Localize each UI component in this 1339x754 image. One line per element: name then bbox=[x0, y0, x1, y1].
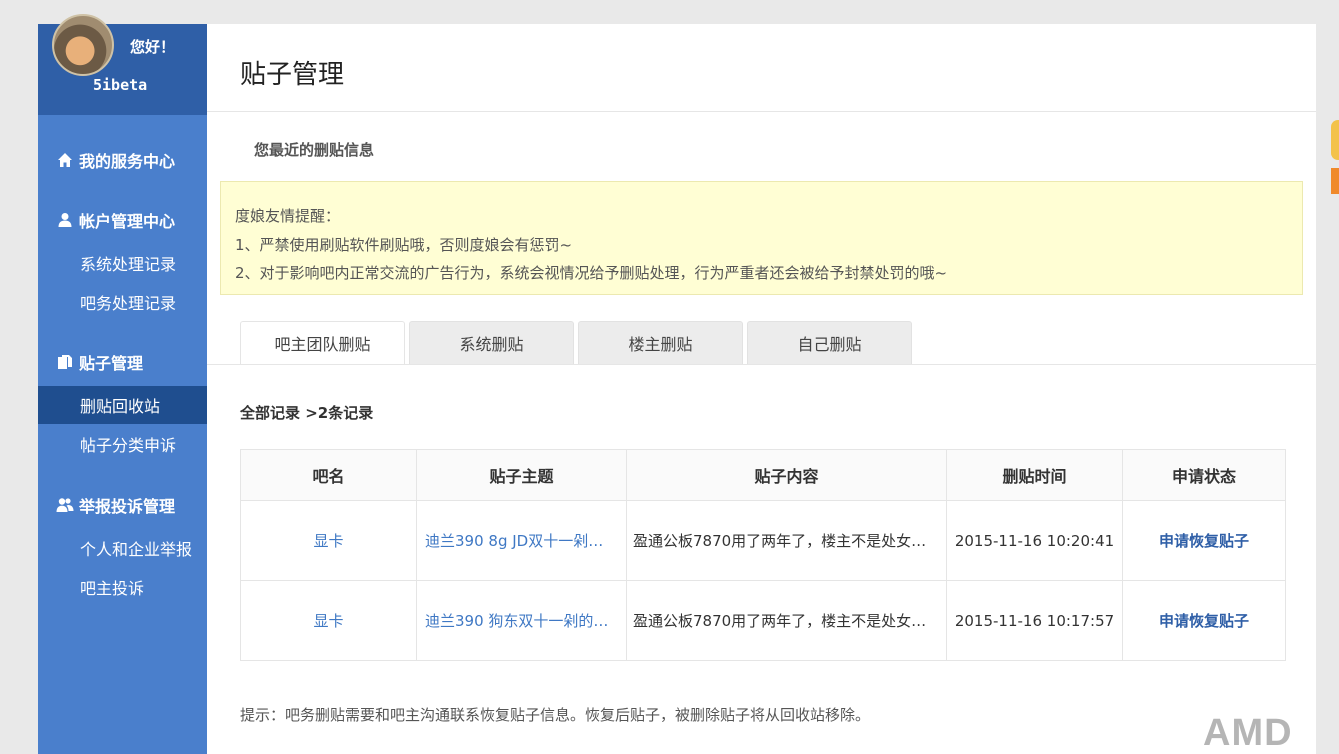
mascot-icon bbox=[1331, 120, 1339, 160]
notice-heading: 度娘友情提醒： bbox=[235, 207, 341, 225]
sidebar: 您好！ 5ibeta 我的服务中心 帐户管理中心 系统处理记录 吧务处理记录 贴… bbox=[38, 14, 207, 754]
tab-self-deletion[interactable]: 自己删贴 bbox=[747, 321, 912, 364]
post-subject-link[interactable]: 迪兰390 狗东双十一剁的… bbox=[416, 580, 627, 661]
column-header-bar-name: 吧名 bbox=[240, 449, 417, 501]
sidebar-item-bawu-records[interactable]: 吧务处理记录 bbox=[38, 283, 207, 321]
table-row: 显卡 迪兰390 8g JD双十一剁… 盈通公板7870用了两年了，楼主不是处女… bbox=[240, 500, 1286, 581]
tab-bar: 吧主团队删贴 系统删贴 楼主删贴 自己删贴 bbox=[240, 321, 916, 364]
sidebar-item-label: 删贴回收站 bbox=[80, 397, 161, 416]
tab-bazhu-team-deletion[interactable]: 吧主团队删贴 bbox=[240, 321, 405, 364]
sidebar-item-category-appeal[interactable]: 帖子分类申诉 bbox=[38, 425, 207, 463]
bar-name-link[interactable]: 显卡 bbox=[240, 500, 417, 581]
sidebar-section-account-center[interactable]: 帐户管理中心 bbox=[38, 205, 207, 235]
tab-louzhu-deletion[interactable]: 楼主删贴 bbox=[578, 321, 743, 364]
deletion-time: 2015-11-16 10:17:57 bbox=[946, 580, 1123, 661]
sidebar-item-recycle-bin[interactable]: 删贴回收站 bbox=[38, 386, 207, 424]
sidebar-item-label: 帖子分类申诉 bbox=[80, 436, 177, 455]
bar-name-link[interactable]: 显卡 bbox=[240, 580, 417, 661]
profile-header: 您好！ 5ibeta bbox=[38, 14, 207, 115]
records-summary: 全部记录 >2条记录 bbox=[240, 404, 374, 422]
sidebar-item-personal-enterprise-report[interactable]: 个人和企业举报 bbox=[38, 529, 207, 567]
sidebar-item-label: 吧务处理记录 bbox=[80, 294, 177, 313]
post-content: 盈通公板7870用了两年了，楼主不是处女… bbox=[626, 500, 947, 581]
deletion-time: 2015-11-16 10:20:41 bbox=[946, 500, 1123, 581]
page-title: 贴子管理 bbox=[240, 60, 345, 90]
restore-post-link[interactable]: 申请恢复贴子 bbox=[1122, 580, 1286, 661]
sidebar-section-label: 我的服务中心 bbox=[79, 152, 176, 171]
notice-line: 1、严禁使用刷贴软件刷贴哦，否则度娘会有惩罚~ bbox=[235, 235, 573, 254]
column-header-deletion-time: 删贴时间 bbox=[946, 449, 1123, 501]
sidebar-section-label: 帐户管理中心 bbox=[79, 212, 176, 231]
sidebar-item-label: 系统处理记录 bbox=[80, 255, 177, 274]
sidebar-section-post-management[interactable]: 贴子管理 bbox=[38, 347, 207, 377]
table-header-row: 吧名 贴子主题 贴子内容 删贴时间 申请状态 bbox=[240, 449, 1286, 501]
feedback-tab[interactable] bbox=[1331, 168, 1339, 194]
tab-system-deletion[interactable]: 系统删贴 bbox=[409, 321, 574, 364]
username[interactable]: 5ibeta bbox=[93, 76, 147, 94]
sidebar-section-service-center[interactable]: 我的服务中心 bbox=[38, 145, 207, 175]
sidebar-item-bazhu-complaint[interactable]: 吧主投诉 bbox=[38, 568, 207, 606]
avatar[interactable] bbox=[52, 14, 114, 76]
users-icon bbox=[56, 496, 74, 514]
sidebar-section-label: 举报投诉管理 bbox=[79, 497, 176, 516]
restore-post-link[interactable]: 申请恢复贴子 bbox=[1122, 500, 1286, 581]
sidebar-section-label: 贴子管理 bbox=[79, 354, 144, 373]
sidebar-item-system-records[interactable]: 系统处理记录 bbox=[38, 244, 207, 282]
divider bbox=[207, 111, 1316, 112]
greeting-text: 您好！ bbox=[130, 38, 176, 56]
notice-box: 度娘友情提醒： 1、严禁使用刷贴软件刷贴哦，否则度娘会有惩罚~ 2、对于影响吧内… bbox=[220, 181, 1303, 295]
recent-deletion-heading: 您最近的删贴信息 bbox=[254, 141, 375, 159]
sidebar-item-label: 个人和企业举报 bbox=[80, 540, 193, 559]
home-icon bbox=[56, 151, 74, 169]
sidebar-section-report-management[interactable]: 举报投诉管理 bbox=[38, 490, 207, 520]
post-subject-link[interactable]: 迪兰390 8g JD双十一剁… bbox=[416, 500, 627, 581]
deleted-posts-table: 吧名 贴子主题 贴子内容 删贴时间 申请状态 显卡 迪兰390 8g JD双十一… bbox=[240, 449, 1286, 661]
post-content: 盈通公板7870用了两年了，楼主不是处女… bbox=[626, 580, 947, 661]
notice-line: 2、对于影响吧内正常交流的广告行为，系统会视情况给予删贴处理，行为严重者还会被给… bbox=[235, 264, 948, 282]
amd-watermark: AMD bbox=[1203, 712, 1293, 754]
footer-tip: 提示：吧务删贴需要和吧主沟通联系恢复贴子信息。恢复后贴子，被删除贴子将从回收站移… bbox=[240, 706, 871, 724]
column-header-status: 申请状态 bbox=[1122, 449, 1286, 501]
floating-widget[interactable] bbox=[1331, 120, 1339, 200]
sidebar-item-label: 吧主投诉 bbox=[80, 579, 145, 598]
table-row: 显卡 迪兰390 狗东双十一剁的… 盈通公板7870用了两年了，楼主不是处女… … bbox=[240, 580, 1286, 661]
document-icon bbox=[56, 353, 74, 371]
main-panel: 贴子管理 您最近的删贴信息 度娘友情提醒： 1、严禁使用刷贴软件刷贴哦，否则度娘… bbox=[207, 24, 1316, 754]
column-header-subject: 贴子主题 bbox=[416, 449, 627, 501]
divider bbox=[207, 364, 1316, 365]
column-header-content: 贴子内容 bbox=[626, 449, 947, 501]
user-icon bbox=[56, 211, 74, 229]
